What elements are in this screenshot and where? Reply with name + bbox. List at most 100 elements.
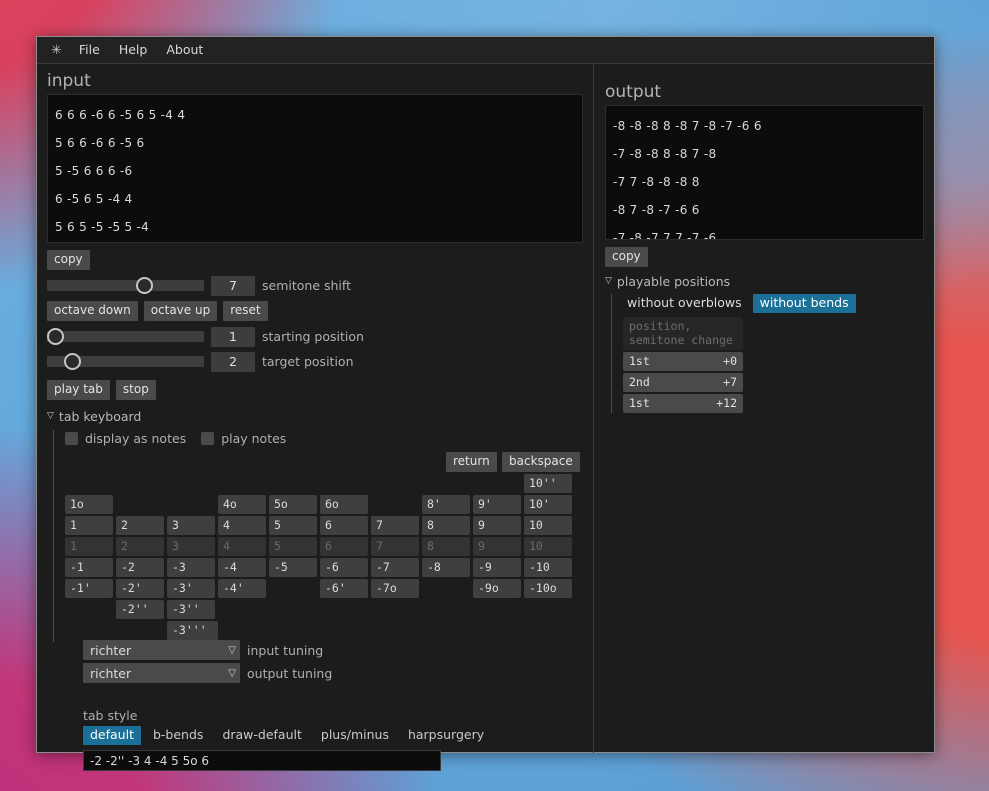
tab-key-m7[interactable]: -7: [371, 557, 419, 577]
chevron-down-icon: ▽: [605, 276, 612, 286]
tab-key-m7o[interactable]: -7o: [371, 578, 419, 598]
tab-key-m8[interactable]: -8: [422, 557, 470, 577]
tab-key-10p[interactable]: 10': [524, 494, 572, 514]
input-copy-button[interactable]: copy: [47, 249, 90, 270]
tab-key-6o[interactable]: 6o: [320, 494, 368, 514]
tab-key-m3pp[interactable]: -3'': [167, 599, 215, 619]
tab-style-option-plus-minus[interactable]: plus/minus: [314, 726, 396, 745]
tab-key-8p[interactable]: 8': [422, 494, 470, 514]
playable-position-row[interactable]: 1st +0: [623, 351, 743, 371]
semitone-shift-value[interactable]: 7: [211, 275, 255, 296]
play-notes-checkbox[interactable]: [201, 432, 215, 445]
tab-key-2[interactable]: 2: [116, 515, 164, 535]
tab-key-5o[interactable]: 5o: [269, 494, 317, 514]
output-tuning-dropdown[interactable]: richter ▽: [83, 663, 240, 683]
input-pane-title: input: [47, 71, 91, 91]
chevron-down-icon: ▽: [228, 644, 236, 656]
menu-item-about[interactable]: About: [162, 42, 207, 59]
play-notes-label: play notes: [221, 431, 287, 446]
input-tuning-label: input tuning: [247, 642, 324, 658]
main-content: input 6 6 6 -6 6 -5 6 5 -4 4 5 6 6 -6 6 …: [37, 64, 934, 771]
tab-key-1[interactable]: 1: [65, 515, 113, 535]
tab-key-m5[interactable]: -5: [269, 557, 317, 577]
tab-key-1o[interactable]: 1o: [65, 494, 113, 514]
output-tuning-label: output tuning: [247, 665, 333, 681]
menu-item-file[interactable]: File: [75, 42, 104, 59]
tab-key-m2[interactable]: -2: [116, 557, 164, 577]
tab-key-m2p[interactable]: -2': [116, 578, 164, 598]
output-textarea[interactable]: -8 -8 -8 8 -8 7 -8 -7 -6 6 -7 -8 -8 8 -8…: [605, 105, 924, 240]
output-pane: output -8 -8 -8 8 -8 7 -8 -7 -6 6 -7 -8 …: [594, 64, 934, 753]
target-position-knob[interactable]: [64, 353, 81, 370]
tab-key-m2pp[interactable]: -2'': [116, 599, 164, 619]
output-line: -7 -8 -8 8 -8 7 -8: [613, 147, 717, 161]
playable-position-change: +0: [723, 353, 737, 368]
octave-up-button[interactable]: octave up: [143, 300, 218, 321]
output-line: -8 -8 -8 8 -8 7 -8 -7 -6 6: [613, 119, 762, 133]
input-tuning-value: richter: [90, 642, 132, 658]
input-textarea[interactable]: 6 6 6 -6 6 -5 6 5 -4 4 5 6 6 -6 6 -5 6 5…: [47, 94, 583, 243]
reset-button[interactable]: reset: [223, 300, 268, 321]
tab-key-m4[interactable]: -4: [218, 557, 266, 577]
tab-key-m6p[interactable]: -6': [320, 578, 368, 598]
tab-key-9[interactable]: 9: [473, 515, 521, 535]
starting-position-value[interactable]: 1: [211, 326, 255, 347]
tab-key-6[interactable]: 6: [320, 515, 368, 535]
tab-style-option-draw-default[interactable]: draw-default: [215, 726, 308, 745]
tab-key-m3ppp[interactable]: -3''': [167, 620, 218, 640]
target-position-value[interactable]: 2: [211, 351, 255, 372]
starting-position-label: starting position: [262, 329, 364, 344]
chevron-down-icon: ▽: [228, 667, 236, 679]
tab-key-3[interactable]: 3: [167, 515, 215, 535]
tab-style-options: default b-bends draw-default plus/minus …: [83, 726, 491, 745]
tab-key-5[interactable]: 5: [269, 515, 317, 535]
tab-key-m4p[interactable]: -4': [218, 578, 266, 598]
starting-position-slider[interactable]: [47, 328, 204, 345]
tab-key-m10[interactable]: -10: [524, 557, 572, 577]
tab-key-m3[interactable]: -3: [167, 557, 215, 577]
tab-key-9p[interactable]: 9': [473, 494, 521, 514]
tab-keyboard-label: tab keyboard: [58, 408, 142, 424]
tab-key-10[interactable]: 10: [524, 515, 572, 535]
backspace-key[interactable]: backspace: [502, 451, 580, 472]
playable-positions-label: playable positions: [616, 273, 731, 289]
tab-style-option-harpsurgery[interactable]: harpsurgery: [401, 726, 491, 745]
tab-key-m1[interactable]: -1: [65, 557, 113, 577]
without-bends-option[interactable]: without bends: [752, 293, 856, 313]
without-overblows-option[interactable]: without overblows: [623, 294, 746, 313]
tab-key-m6[interactable]: -6: [320, 557, 368, 577]
starting-position-knob[interactable]: [47, 328, 64, 345]
playable-position-name: 1st: [629, 353, 650, 368]
output-copy-button[interactable]: copy: [605, 246, 648, 267]
play-tab-button[interactable]: play tab: [47, 379, 110, 400]
tab-keyboard-disclosure[interactable]: ▽ tab keyboard: [47, 409, 583, 424]
input-tuning-dropdown[interactable]: richter ▽: [83, 640, 240, 660]
input-line: 5 -5 6 6 6 -6: [55, 164, 133, 178]
playable-position-row[interactable]: 1st +12: [623, 393, 743, 413]
semitone-shift-slider[interactable]: [47, 277, 204, 294]
octave-down-button[interactable]: octave down: [47, 300, 138, 321]
tab-key-7[interactable]: 7: [371, 515, 419, 535]
menu-item-help[interactable]: Help: [115, 42, 152, 59]
playable-position-row[interactable]: 2nd +7: [623, 372, 743, 392]
display-as-notes-checkbox[interactable]: [65, 432, 78, 445]
tab-key-4o[interactable]: 4o: [218, 494, 266, 514]
tab-key-m3p[interactable]: -3': [167, 578, 215, 598]
tab-key-4[interactable]: 4: [218, 515, 266, 535]
output-tuning-value: richter: [90, 665, 132, 681]
stop-button[interactable]: stop: [115, 379, 156, 400]
tab-key-7: 7: [371, 536, 419, 556]
tab-key-m9[interactable]: -9: [473, 557, 521, 577]
tab-key-m1p[interactable]: -1': [65, 578, 113, 598]
tab-key-10pp[interactable]: 10'': [524, 473, 572, 493]
tab-key-m10o[interactable]: -10o: [524, 578, 572, 598]
tab-key-8[interactable]: 8: [422, 515, 470, 535]
playable-positions-disclosure[interactable]: ▽ playable positions: [605, 274, 924, 289]
tab-style-option-b-bends[interactable]: b-bends: [146, 726, 210, 745]
target-position-slider[interactable]: [47, 353, 204, 370]
return-key[interactable]: return: [446, 451, 497, 472]
star-icon[interactable]: ✳: [49, 43, 64, 58]
tab-key-m9o[interactable]: -9o: [473, 578, 521, 598]
semitone-shift-knob[interactable]: [136, 277, 153, 294]
tab-style-option-default[interactable]: default: [83, 726, 141, 745]
